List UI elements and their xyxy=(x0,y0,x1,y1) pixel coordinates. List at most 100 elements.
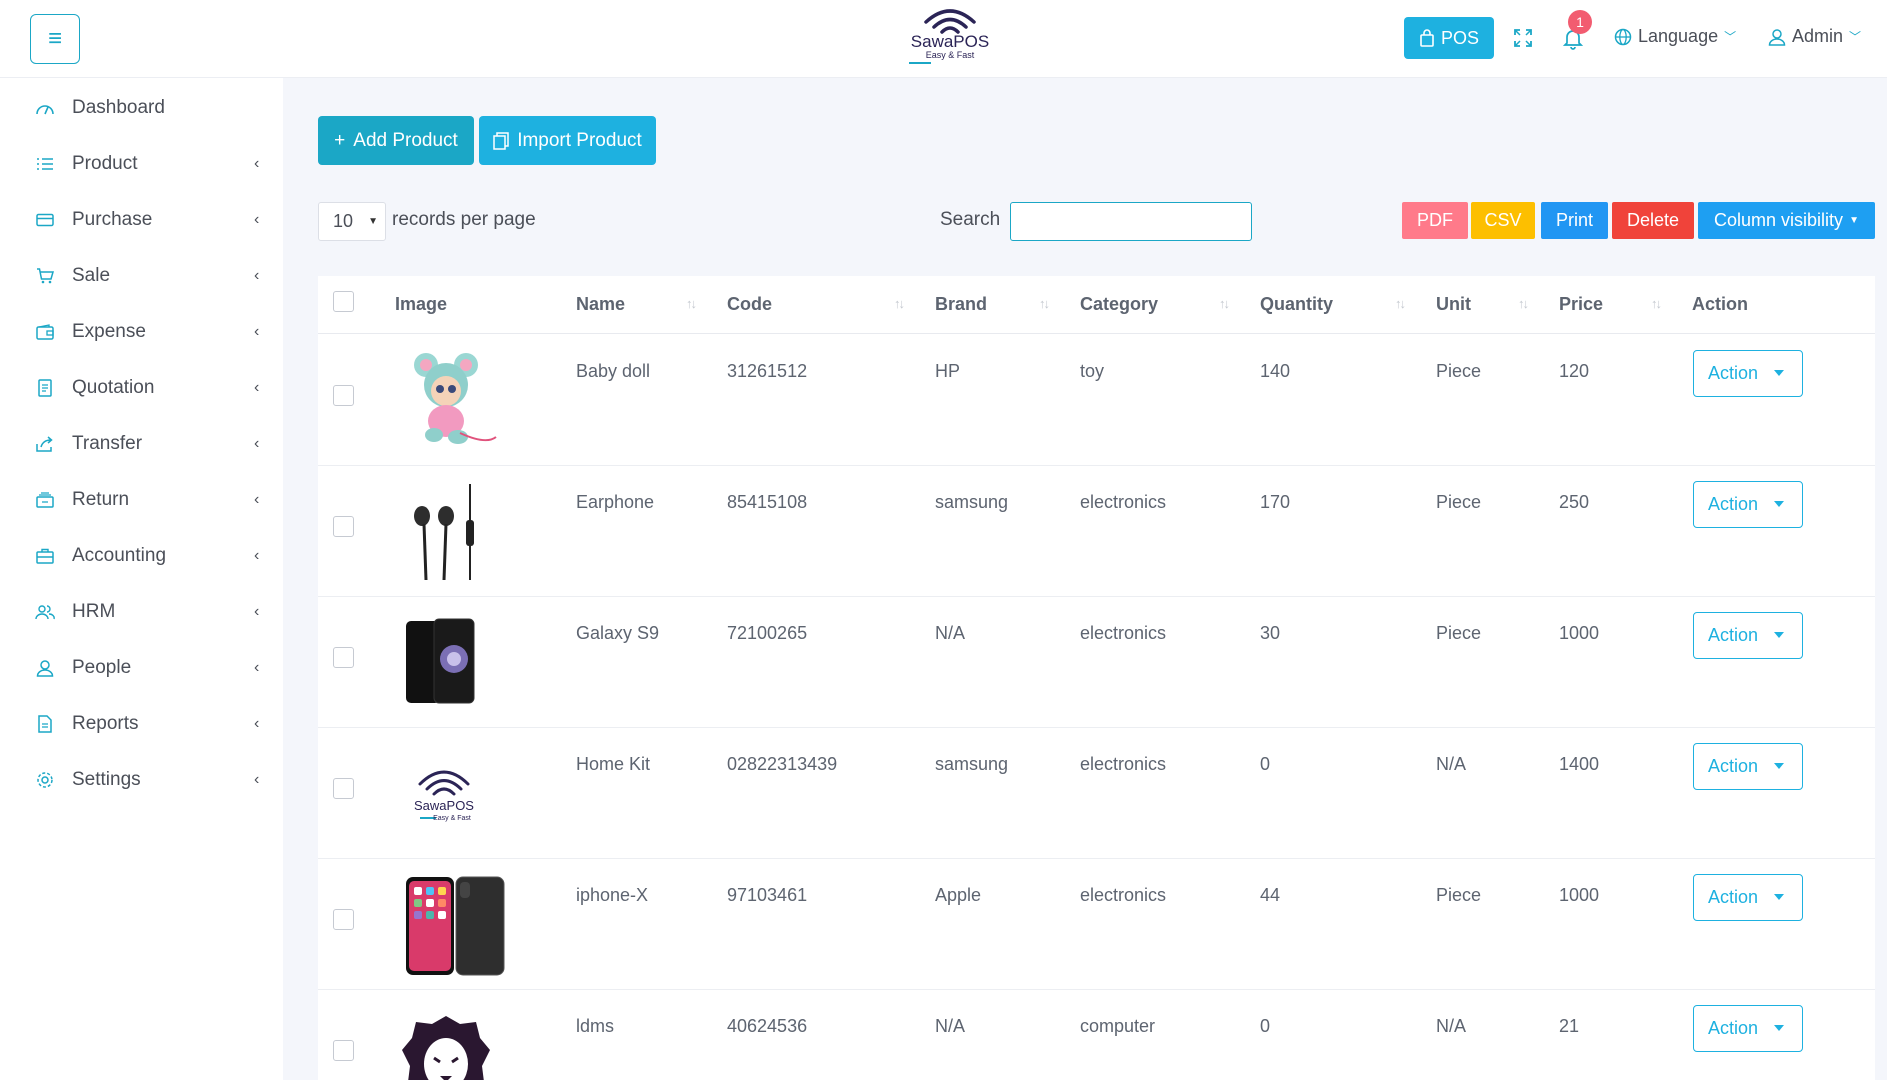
search-input[interactable] xyxy=(1010,202,1252,241)
product-quantity: 0 xyxy=(1260,754,1271,774)
row-checkbox[interactable] xyxy=(333,516,354,537)
product-code: 85415108 xyxy=(727,492,808,512)
sort-icon[interactable]: ↑↓ xyxy=(686,296,697,311)
menu-toggle-button[interactable]: ≡ xyxy=(30,14,80,64)
sort-icon[interactable]: ↑↓ xyxy=(1518,296,1529,311)
share-icon xyxy=(34,433,56,455)
sidebar-item-expense[interactable]: Expense ‹ xyxy=(0,304,283,360)
sort-icon[interactable]: ↑↓ xyxy=(1219,296,1230,311)
fullscreen-icon[interactable] xyxy=(1513,28,1533,54)
column-header-unit[interactable]: Unit xyxy=(1436,294,1471,315)
product-name: ldms xyxy=(576,1016,615,1036)
row-checkbox[interactable] xyxy=(333,1040,354,1061)
product-unit: N/A xyxy=(1436,1016,1467,1036)
chevron-down-icon: ﹀ xyxy=(1849,30,1862,44)
users-icon xyxy=(34,601,56,623)
pos-button[interactable]: POS xyxy=(1404,17,1494,59)
sidebar-item-settings[interactable]: Settings ‹ xyxy=(0,752,283,808)
action-dropdown-button[interactable]: Action xyxy=(1693,350,1803,397)
select-all-checkbox[interactable] xyxy=(333,291,354,312)
sidebar-item-sale[interactable]: Sale ‹ xyxy=(0,248,283,304)
sort-icon[interactable]: ↑↓ xyxy=(1039,296,1050,311)
user-icon xyxy=(1768,28,1786,46)
chevron-left-icon: ‹ xyxy=(254,155,260,172)
column-header-quantity[interactable]: Quantity xyxy=(1260,294,1333,315)
product-quantity: 140 xyxy=(1260,361,1291,381)
row-checkbox[interactable] xyxy=(333,647,354,668)
sidebar-item-purchase[interactable]: Purchase ‹ xyxy=(0,192,283,248)
product-price: 1000 xyxy=(1559,885,1600,905)
action-dropdown-button[interactable]: Action xyxy=(1693,743,1803,790)
table-header-row: Image Name ↑↓ Code ↑↓ Brand ↑↓ Category … xyxy=(318,276,1875,334)
action-dropdown-button[interactable]: Action xyxy=(1693,481,1803,528)
chevron-left-icon: ‹ xyxy=(254,267,260,284)
sidebar-item-product[interactable]: Product ‹ xyxy=(0,136,283,192)
sidebar-item-return[interactable]: Return ‹ xyxy=(0,472,283,528)
sidebar-item-label: Expense xyxy=(72,321,146,342)
action-dropdown-button[interactable]: Action xyxy=(1693,612,1803,659)
sort-icon[interactable]: ↑↓ xyxy=(894,296,905,311)
sidebar-item-accounting[interactable]: Accounting ‹ xyxy=(0,528,283,584)
table-row: Earphone 85415108 samsung electronics 17… xyxy=(318,466,1875,597)
action-label: Action xyxy=(1708,363,1759,383)
column-header-price[interactable]: Price xyxy=(1559,294,1603,315)
action-label: Action xyxy=(1708,1018,1759,1038)
document-icon xyxy=(34,377,56,399)
app-logo[interactable]: SawaPOS Easy & Fast xyxy=(890,6,1010,76)
sidebar-item-quotation[interactable]: Quotation ‹ xyxy=(0,360,283,416)
sidebar-item-label: People xyxy=(72,657,132,678)
csv-button[interactable]: CSV xyxy=(1471,202,1535,239)
user-dropdown[interactable]: Admin ﹀ xyxy=(1768,26,1861,47)
product-unit: Piece xyxy=(1436,361,1482,381)
globe-icon xyxy=(1614,28,1632,45)
import-product-button[interactable]: Import Product xyxy=(479,116,656,165)
row-checkbox[interactable] xyxy=(333,909,354,930)
sort-icon[interactable]: ↑↓ xyxy=(1651,296,1662,311)
row-checkbox[interactable] xyxy=(333,385,354,406)
table-row: Galaxy S9 72100265 N/A electronics 30 Pi… xyxy=(318,597,1875,728)
sort-icon[interactable]: ↑↓ xyxy=(1395,296,1406,311)
table-row: iphone-X 97103461 Apple electronics 44 P… xyxy=(318,859,1875,990)
caret-down-icon xyxy=(1774,763,1784,769)
column-header-brand[interactable]: Brand xyxy=(935,294,987,315)
action-dropdown-button[interactable]: Action xyxy=(1693,1005,1803,1052)
sidebar-item-label: Settings xyxy=(72,769,141,790)
chevron-left-icon: ‹ xyxy=(254,211,260,228)
sidebar-item-reports[interactable]: Reports ‹ xyxy=(0,696,283,752)
column-header-category[interactable]: Category xyxy=(1080,294,1158,315)
logo-text: SawaPOS xyxy=(910,32,990,51)
caret-down-icon: ▼ xyxy=(368,216,378,227)
list-icon xyxy=(34,153,56,175)
table-row: Baby doll 31261512 HP toy 140 Piece 120 … xyxy=(318,335,1875,466)
caret-down-icon xyxy=(1774,1025,1784,1031)
row-checkbox[interactable] xyxy=(333,778,354,799)
sidebar-item-label: Reports xyxy=(72,713,139,734)
delete-button[interactable]: Delete xyxy=(1612,202,1694,239)
column-header-name[interactable]: Name xyxy=(576,294,625,315)
sidebar-item-label: Sale xyxy=(72,265,111,286)
sidebar-item-dashboard[interactable]: Dashboard xyxy=(0,80,283,136)
sidebar-item-people[interactable]: People ‹ xyxy=(0,640,283,696)
earphone-image xyxy=(400,480,510,584)
action-dropdown-button[interactable]: Action xyxy=(1693,874,1803,921)
column-header-code[interactable]: Code xyxy=(727,294,772,315)
pdf-button[interactable]: PDF xyxy=(1402,202,1468,239)
product-brand: HP xyxy=(935,361,961,381)
inbox-icon xyxy=(34,489,56,511)
action-label: Action xyxy=(1708,494,1759,514)
records-per-page-select[interactable]: 10 ▼ xyxy=(318,202,386,241)
language-dropdown[interactable]: Language ﹀ xyxy=(1614,26,1736,47)
product-code: 40624536 xyxy=(727,1016,808,1036)
add-product-button[interactable]: + Add Product xyxy=(318,116,474,165)
product-brand: N/A xyxy=(935,1016,966,1036)
product-name: Galaxy S9 xyxy=(576,623,660,643)
sidebar-item-label: Return xyxy=(72,489,130,510)
top-header: ≡ SawaPOS Easy & Fast POS 1 Language ﹀ A… xyxy=(0,0,1887,78)
print-button[interactable]: Print xyxy=(1541,202,1608,239)
sidebar-item-hrm[interactable]: HRM ‹ xyxy=(0,584,283,640)
column-visibility-button[interactable]: Column visibility ▼ xyxy=(1698,202,1875,239)
product-unit: Piece xyxy=(1436,492,1482,512)
briefcase-icon xyxy=(34,545,56,567)
search-label: Search xyxy=(940,209,1001,230)
sidebar-item-transfer[interactable]: Transfer ‹ xyxy=(0,416,283,472)
